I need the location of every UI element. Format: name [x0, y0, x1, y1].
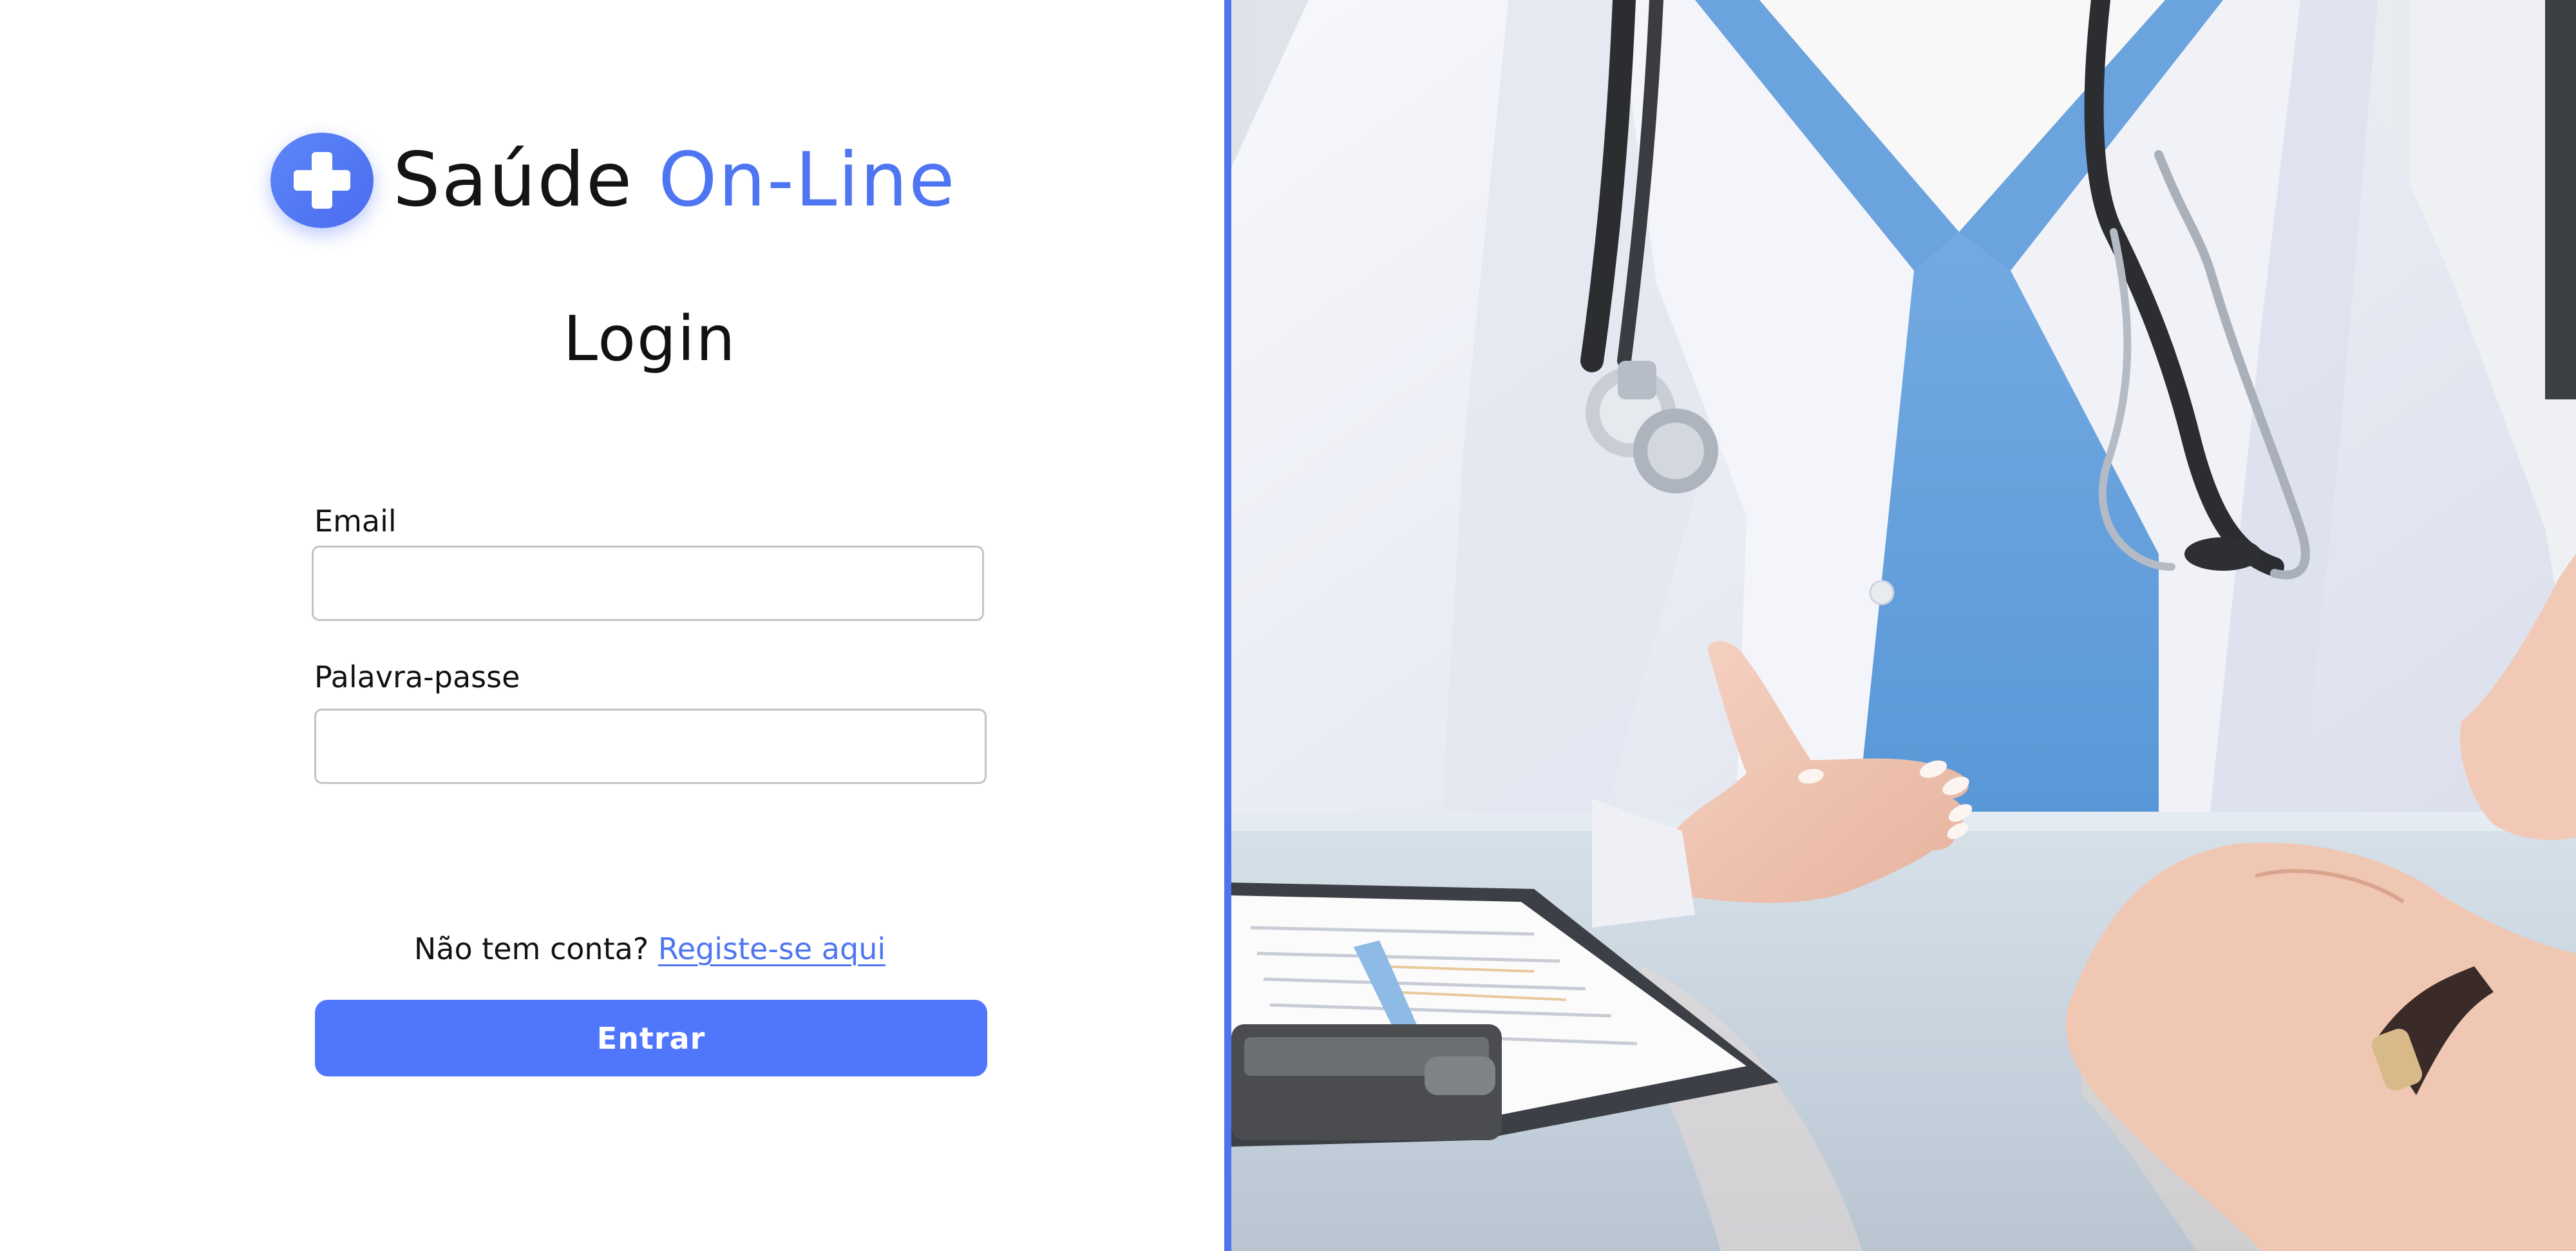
email-label: Email	[314, 504, 397, 539]
brand-header: Saúde On-Line	[270, 132, 956, 229]
page-title: Login	[563, 303, 737, 375]
password-field[interactable]	[314, 709, 987, 784]
login-button[interactable]: Entrar	[315, 1000, 987, 1076]
medical-cross-icon	[270, 133, 374, 228]
register-prompt-text: Não tem conta?	[413, 931, 649, 966]
brand-accent: On-Line	[658, 137, 956, 224]
brand-title: Saúde On-Line	[393, 143, 956, 218]
panel-divider	[1224, 0, 1231, 1251]
doctor-consultation-photo	[1231, 0, 2576, 1251]
brand-name: Saúde	[393, 137, 634, 224]
email-field[interactable]	[312, 546, 984, 621]
login-page: Saúde On-Line Login Email Palavra-passe …	[0, 0, 2576, 1251]
password-label: Palavra-passe	[314, 660, 520, 694]
register-prompt: Não tem conta? Registe-se aqui	[0, 931, 1300, 966]
register-link[interactable]: Registe-se aqui	[658, 931, 886, 966]
login-panel: Saúde On-Line Login Email Palavra-passe …	[0, 0, 1224, 1251]
